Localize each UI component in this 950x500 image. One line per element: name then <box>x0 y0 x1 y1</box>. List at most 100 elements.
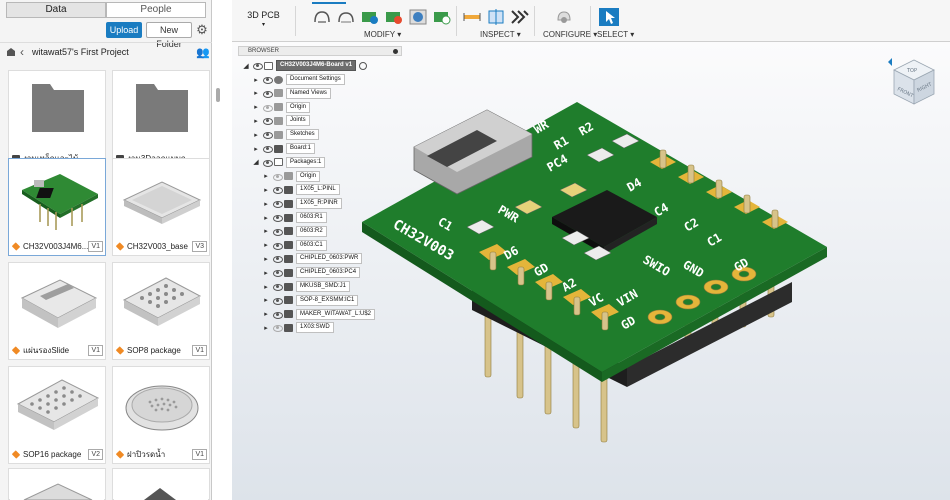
modify-menu[interactable]: MODIFY ▾ <box>364 30 401 39</box>
caret-right-icon[interactable]: ▸ <box>262 241 270 249</box>
tab-data[interactable]: Data <box>6 2 106 18</box>
gear-icon[interactable]: ⚙ <box>195 22 209 38</box>
visibility-icon[interactable] <box>262 145 273 153</box>
caret-right-icon[interactable]: ▸ <box>252 76 260 84</box>
visibility-icon[interactable] <box>252 62 263 70</box>
zebra-analysis-icon[interactable] <box>510 8 530 26</box>
visibility-icon[interactable] <box>272 186 283 195</box>
version-badge[interactable]: V1 <box>88 344 103 356</box>
file-card[interactable] <box>8 468 106 500</box>
caret-down-icon[interactable]: ◢ <box>252 158 260 166</box>
visibility-icon[interactable] <box>272 200 283 209</box>
browser-item[interactable]: ▸ SOP-8_EXSMM:IC1 <box>262 294 359 306</box>
caret-down-icon[interactable]: ◢ <box>242 62 250 70</box>
caret-right-icon[interactable]: ▸ <box>252 145 260 153</box>
browser-item[interactable]: ▸ Origin <box>252 101 311 113</box>
version-badge[interactable]: V3 <box>192 240 207 252</box>
tab-3d-pcb[interactable] <box>312 0 346 4</box>
visibility-icon[interactable] <box>262 131 273 140</box>
visibility-icon[interactable] <box>272 324 283 333</box>
fillet-icon[interactable] <box>312 8 332 26</box>
new-folder-button[interactable]: New Folder <box>146 22 192 49</box>
browser-item[interactable]: ▸ 1X03:SWD <box>262 322 334 334</box>
browser-item[interactable]: ▸ 1X05_L:PINL <box>262 184 340 196</box>
caret-right-icon[interactable]: ▸ <box>262 186 270 194</box>
chamfer-icon[interactable] <box>336 8 356 26</box>
browser-pin-icon[interactable] <box>393 49 398 54</box>
browser-item[interactable]: ◢ Packages:1 <box>252 156 326 168</box>
appearance-icon[interactable] <box>408 8 428 26</box>
tab-people[interactable]: People <box>106 2 206 18</box>
select-icon[interactable] <box>599 8 619 26</box>
home-icon[interactable] <box>6 47 16 57</box>
caret-right-icon[interactable]: ▸ <box>262 310 270 318</box>
file-card[interactable]: CH32V003J4M6... V1 <box>8 158 106 256</box>
caret-right-icon[interactable]: ▸ <box>252 131 260 139</box>
browser-item[interactable]: ▸ MAKER_WITAWAT_L:U$2 <box>262 308 376 320</box>
browser-item[interactable]: ▸ Origin <box>262 170 321 182</box>
select-menu[interactable]: SELECT ▾ <box>597 30 634 39</box>
visibility-icon[interactable] <box>272 214 283 222</box>
activate-icon[interactable] <box>359 61 368 70</box>
version-badge[interactable]: V1 <box>88 240 103 252</box>
visibility-icon[interactable] <box>262 90 273 98</box>
browser-item[interactable]: ▸ Sketches <box>252 129 319 141</box>
measure-icon[interactable] <box>462 8 482 26</box>
configure-icon[interactable] <box>554 8 574 26</box>
browser-item[interactable]: ▸ CHIPLED_0603:PC4 <box>262 267 361 279</box>
browser-item[interactable]: ▸ Board:1 <box>252 143 316 154</box>
caret-right-icon[interactable]: ▸ <box>262 269 270 277</box>
visibility-icon[interactable] <box>272 297 283 305</box>
caret-right-icon[interactable]: ▸ <box>252 117 260 125</box>
visibility-icon[interactable] <box>272 269 283 278</box>
3d-viewport[interactable]: CH32V003 C1 PWR PC4 R1 R2 WR D4 C4 C2 C1… <box>232 42 950 500</box>
visibility-icon[interactable] <box>272 228 283 236</box>
file-card[interactable]: CH32V003_base V3 <box>112 158 210 256</box>
view-cube-top[interactable]: TOP <box>906 68 917 74</box>
visibility-icon[interactable] <box>262 117 273 126</box>
browser-item[interactable]: ▸ 1X05_R:PINR <box>262 198 342 210</box>
visibility-icon[interactable] <box>262 76 273 84</box>
browser-header[interactable]: BROWSER <box>238 46 402 56</box>
push-pcb-icon[interactable] <box>384 8 404 26</box>
section-analysis-icon[interactable] <box>486 8 506 26</box>
browser-root[interactable]: ◢ CH32V003J4M6-Board v1 <box>242 60 368 71</box>
home-view-icon[interactable] <box>888 58 892 66</box>
caret-right-icon[interactable]: ▸ <box>262 172 270 180</box>
workspace-mode-button[interactable]: 3D PCB ▾ <box>232 6 296 36</box>
visibility-icon[interactable] <box>272 173 283 181</box>
inspect-menu[interactable]: INSPECT ▾ <box>480 30 521 39</box>
version-badge[interactable]: V1 <box>192 344 207 356</box>
browser-item[interactable]: ▸ MKUSB_SMD:J1 <box>262 281 351 292</box>
view-cube[interactable]: TOP FRONT RIGHT <box>880 52 940 112</box>
move-component-icon[interactable] <box>360 8 380 26</box>
back-icon[interactable]: ‹ <box>20 45 24 59</box>
caret-right-icon[interactable]: ▸ <box>262 200 270 208</box>
file-card[interactable]: ฝาปิวรดน้ำ V1 <box>112 366 210 464</box>
browser-item[interactable]: ▸ 0603:R1 <box>262 212 327 223</box>
version-badge[interactable]: V1 <box>192 448 207 460</box>
caret-right-icon[interactable]: ▸ <box>262 283 270 291</box>
caret-right-icon[interactable]: ▸ <box>262 214 270 222</box>
visibility-icon[interactable] <box>272 283 283 291</box>
browser-item[interactable]: ▸ Joints <box>252 115 310 127</box>
file-card[interactable]: งาน3Dออกแบบก... <box>112 70 210 168</box>
people-icon[interactable]: 👥 <box>196 46 210 59</box>
caret-right-icon[interactable]: ▸ <box>262 227 270 235</box>
browser-item[interactable]: ▸ Named Views <box>252 87 331 99</box>
scrollbar-thumb[interactable] <box>216 88 220 102</box>
caret-right-icon[interactable]: ▸ <box>252 89 260 97</box>
file-card[interactable]: งานเหล็กและไม้ <box>8 70 106 168</box>
caret-right-icon[interactable]: ▸ <box>262 255 270 263</box>
version-badge[interactable]: V2 <box>88 448 103 460</box>
upload-button[interactable]: Upload <box>106 22 142 38</box>
caret-right-icon[interactable]: ▸ <box>262 324 270 332</box>
visibility-icon[interactable] <box>272 255 283 264</box>
browser-item[interactable]: ▸ Document Settings <box>252 74 345 85</box>
caret-right-icon[interactable]: ▸ <box>262 296 270 304</box>
file-card[interactable] <box>112 468 210 500</box>
browser-item[interactable]: ▸ CHIPLED_0603:PWR <box>262 253 363 265</box>
visibility-icon[interactable] <box>262 104 273 112</box>
visibility-icon[interactable] <box>272 311 283 319</box>
visibility-icon[interactable] <box>272 242 283 250</box>
